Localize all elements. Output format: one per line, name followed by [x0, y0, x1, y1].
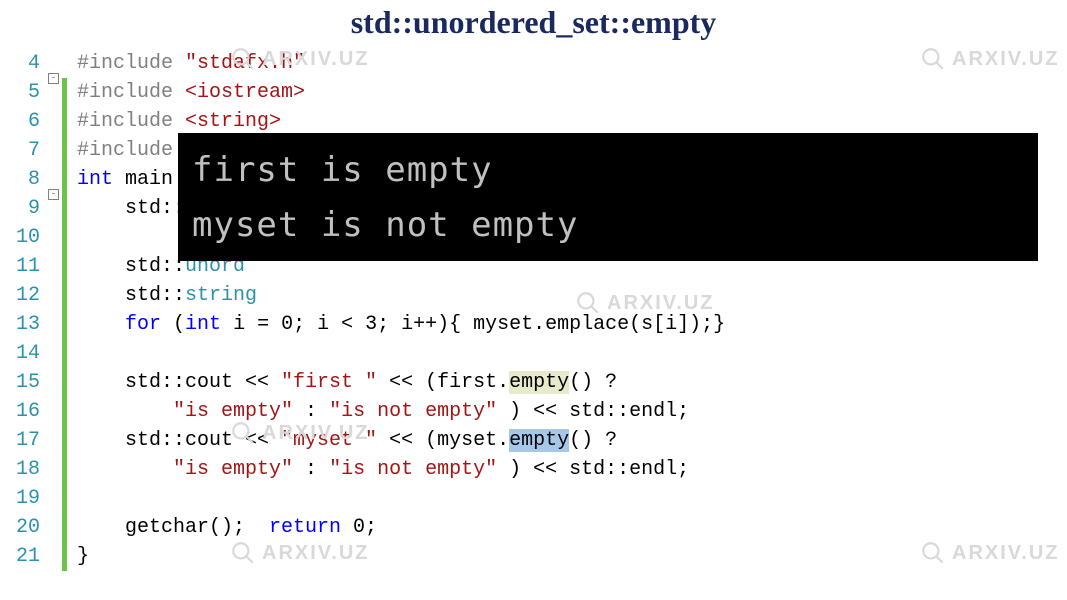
code-content: getchar(); return 0; — [67, 513, 377, 542]
code-line: 16 "is empty" : "is not empty" ) << std:… — [4, 397, 1067, 426]
line-number: 21 — [4, 542, 48, 571]
change-bar — [62, 339, 67, 368]
code-content: #include <string> — [67, 107, 281, 136]
line-number: 9 — [4, 194, 48, 223]
console-line: first is empty — [192, 143, 1024, 198]
line-number: 4 — [4, 49, 48, 78]
code-line: 19 — [4, 484, 1067, 513]
line-number: 13 — [4, 310, 48, 339]
code-line: 5 #include <iostream> — [4, 78, 1067, 107]
code-content: } — [67, 542, 89, 571]
line-number: 18 — [4, 455, 48, 484]
line-number: 16 — [4, 397, 48, 426]
console-line: myset is not empty — [192, 198, 1024, 253]
line-number: 6 — [4, 107, 48, 136]
code-content: "is empty" : "is not empty" ) << std::en… — [67, 397, 689, 426]
code-line: 6 #include <string> — [4, 107, 1067, 136]
line-number: 8 — [4, 165, 48, 194]
code-line: 14 — [4, 339, 1067, 368]
code-content: #include <iostream> — [67, 78, 305, 107]
code-content: std::string — [67, 281, 257, 310]
line-number: 11 — [4, 252, 48, 281]
line-number: 15 — [4, 368, 48, 397]
line-number: 20 — [4, 513, 48, 542]
code-content: std::cout << "first " << (first.empty() … — [67, 368, 617, 397]
code-line: 21} — [4, 542, 1067, 571]
page-title: std::unordered_set::empty — [0, 0, 1067, 49]
line-number: 10 — [4, 223, 48, 252]
code-line: 20 getchar(); return 0; — [4, 513, 1067, 542]
change-bar — [62, 484, 67, 513]
code-content: for (int i = 0; i < 3; i++){ myset.empla… — [67, 310, 725, 339]
code-line: 12 std::string — [4, 281, 1067, 310]
line-number: 17 — [4, 426, 48, 455]
code-content: #include "stdafx.h" — [67, 49, 305, 78]
code-line: 15 std::cout << "first " << (first.empty… — [4, 368, 1067, 397]
line-number: 14 — [4, 339, 48, 368]
console-output: first is empty myset is not empty — [178, 133, 1038, 261]
line-number: 5 — [4, 78, 48, 107]
code-line: 4-#include "stdafx.h" — [4, 49, 1067, 78]
change-bar — [62, 223, 67, 252]
code-editor: 4-#include "stdafx.h"5 #include <iostream… — [0, 49, 1067, 571]
code-content: "is empty" : "is not empty" ) << std::en… — [67, 455, 689, 484]
code-content: std::cout << "myset " << (myset.empty() … — [67, 426, 617, 455]
code-line: 13 for (int i = 0; i < 3; i++){ myset.em… — [4, 310, 1067, 339]
code-line: 18 "is empty" : "is not empty" ) << std:… — [4, 455, 1067, 484]
line-number: 19 — [4, 484, 48, 513]
code-line: 17 std::cout << "myset " << (myset.empty… — [4, 426, 1067, 455]
line-number: 7 — [4, 136, 48, 165]
line-number: 12 — [4, 281, 48, 310]
